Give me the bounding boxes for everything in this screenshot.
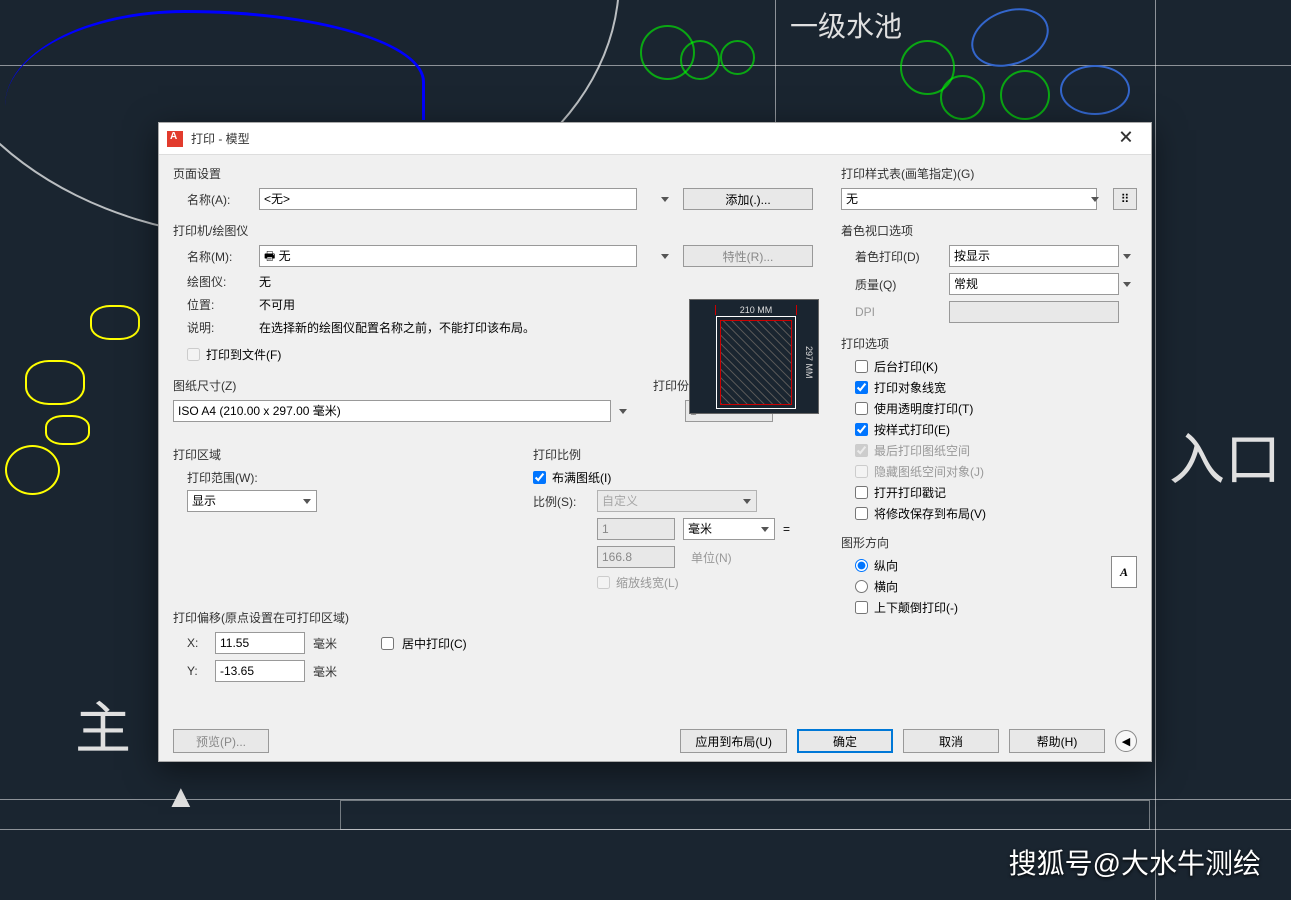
cancel-button[interactable]: 取消 (903, 729, 999, 753)
watermark: 搜狐号@大水牛测绘 (1009, 842, 1261, 882)
titlebar[interactable]: 打印 - 模型 🗙 (159, 123, 1151, 155)
fit-to-paper-label: 布满图纸(I) (552, 469, 611, 486)
paper-size-group: 图纸尺寸(Z) ISO A4 (210.00 x 297.00 毫米) (173, 377, 633, 428)
plot-options-heading: 打印选项 (841, 335, 1137, 352)
bg-label-main: 主 (75, 684, 131, 765)
preview-button: 预览(P)... (173, 729, 269, 753)
offset-y-label: Y: (187, 664, 207, 678)
more-options-button[interactable]: ◀ (1115, 730, 1137, 752)
portrait-radio[interactable] (855, 559, 868, 572)
printer-properties-button: 特性(R)... (683, 245, 813, 267)
quality-label: 质量(Q) (855, 276, 941, 293)
paper-size-heading: 图纸尺寸(Z) (173, 377, 633, 394)
desc-label: 说明: (187, 319, 251, 336)
scale-select: 自定义 (597, 490, 757, 512)
center-plot-label: 居中打印(C) (402, 635, 467, 652)
offset-x-input[interactable] (215, 632, 305, 654)
equals-label: = (783, 522, 790, 536)
scale-lineweights-label: 缩放线宽(L) (616, 574, 679, 591)
print-to-file-label: 打印到文件(F) (206, 346, 281, 363)
plot-scale-heading: 打印比例 (533, 446, 813, 463)
plotter-label: 绘图仪: (187, 273, 251, 290)
scale-unit-input (597, 518, 675, 540)
page-setup-group: 页面设置 名称(A): <无> 添加(.)... (173, 165, 813, 210)
opt-last-checkbox (855, 444, 868, 457)
opt-bg-checkbox[interactable] (855, 360, 868, 373)
offset-x-label: X: (187, 636, 207, 650)
offset-y-unit: 毫米 (313, 663, 337, 680)
dialog-title: 打印 - 模型 (191, 130, 1105, 147)
bg-arrow-icon: ▲ (165, 778, 197, 815)
printer-name-select[interactable]: 🖶 无 (259, 245, 637, 267)
scale-draw-unit-label: 单位(N) (691, 549, 732, 566)
apply-to-layout-button[interactable]: 应用到布局(U) (680, 729, 787, 753)
style-table-select[interactable]: 无 (841, 188, 1097, 210)
shade-plot-label: 着色打印(D) (855, 248, 941, 265)
plot-scale-group: 打印比例 布满图纸(I) 比例(S): 自定义 毫米 = (533, 446, 813, 595)
opt-transparency-checkbox[interactable] (855, 402, 868, 415)
location-value: 不可用 (259, 296, 295, 313)
scale-unit-select[interactable]: 毫米 (683, 518, 775, 540)
paper-height-label: 297 MM (804, 320, 814, 405)
style-table-edit-button[interactable]: ⠿ (1113, 188, 1137, 210)
paper-width-label: 210 MM (715, 305, 797, 315)
page-setup-heading: 页面设置 (173, 165, 813, 182)
opt-hide-checkbox (855, 465, 868, 478)
printer-heading: 打印机/绘图仪 (173, 222, 813, 239)
dpi-label: DPI (855, 305, 941, 319)
plot-options-group: 打印选项 后台打印(K) 打印对象线宽 使用透明度打印(T) 按样式打印(E) … (841, 335, 1137, 522)
offset-y-input[interactable] (215, 660, 305, 682)
plot-offset-heading: 打印偏移(原点设置在可打印区域) (173, 609, 513, 626)
center-plot-checkbox[interactable] (381, 637, 394, 650)
orientation-icon: A (1111, 556, 1137, 588)
scale-draw-input (597, 546, 675, 568)
bg-label-entry: 入口 (1169, 415, 1281, 496)
offset-x-unit: 毫米 (313, 635, 337, 652)
style-table-group: 打印样式表(画笔指定)(G) 无 ⠿ (841, 165, 1137, 210)
landscape-radio[interactable] (855, 580, 868, 593)
page-setup-name-select[interactable]: <无> (259, 188, 637, 210)
dialog-footer: 预览(P)... 应用到布局(U) 确定 取消 帮助(H) ◀ (159, 721, 1151, 761)
app-icon (167, 131, 183, 147)
opt-styles-checkbox[interactable] (855, 423, 868, 436)
shaded-viewport-group: 着色视口选项 着色打印(D) 按显示 质量(Q) 常规 DPI (841, 222, 1137, 323)
close-button[interactable]: 🗙 (1105, 124, 1147, 154)
bg-label-pool: 一级水池 (790, 5, 902, 45)
plotter-value: 无 (259, 273, 271, 290)
scale-label: 比例(S): (533, 493, 589, 510)
help-button[interactable]: 帮助(H) (1009, 729, 1105, 753)
shaded-heading: 着色视口选项 (841, 222, 1137, 239)
opt-save-checkbox[interactable] (855, 507, 868, 520)
location-label: 位置: (187, 296, 251, 313)
dpi-input (949, 301, 1119, 323)
plot-range-label: 打印范围(W): (187, 469, 513, 486)
plot-range-select[interactable]: 显示 (187, 490, 317, 512)
opt-stamp-checkbox[interactable] (855, 486, 868, 499)
upside-down-checkbox[interactable] (855, 601, 868, 614)
fit-to-paper-checkbox[interactable] (533, 471, 546, 484)
printer-name-label: 名称(M): (187, 248, 251, 265)
page-setup-add-button[interactable]: 添加(.)... (683, 188, 813, 210)
print-dialog: 打印 - 模型 🗙 页面设置 名称(A): <无> 添加(.)... 打印机/绘… (158, 122, 1152, 762)
paper-preview: 210 MM 297 MM (689, 299, 819, 414)
scale-lineweights-checkbox (597, 576, 610, 589)
plot-area-heading: 打印区域 (173, 446, 513, 463)
desc-value: 在选择新的绘图仪配置名称之前，不能打印该布局。 (259, 319, 535, 336)
plot-area-group: 打印区域 打印范围(W): 显示 (173, 446, 513, 595)
page-setup-name-label: 名称(A): (187, 191, 251, 208)
shade-plot-select[interactable]: 按显示 (949, 245, 1119, 267)
plot-offset-group: 打印偏移(原点设置在可打印区域) X: 毫米 居中打印(C) Y: 毫米 (173, 609, 513, 682)
print-to-file-checkbox (187, 348, 200, 361)
quality-select[interactable]: 常规 (949, 273, 1119, 295)
paper-size-select[interactable]: ISO A4 (210.00 x 297.00 毫米) (173, 400, 611, 422)
orientation-group: 图形方向 纵向 横向 上下颠倒打印(-) A (841, 534, 1137, 616)
style-table-heading: 打印样式表(画笔指定)(G) (841, 165, 1137, 182)
ok-button[interactable]: 确定 (797, 729, 893, 753)
opt-lineweight-checkbox[interactable] (855, 381, 868, 394)
orientation-heading: 图形方向 (841, 534, 1137, 551)
